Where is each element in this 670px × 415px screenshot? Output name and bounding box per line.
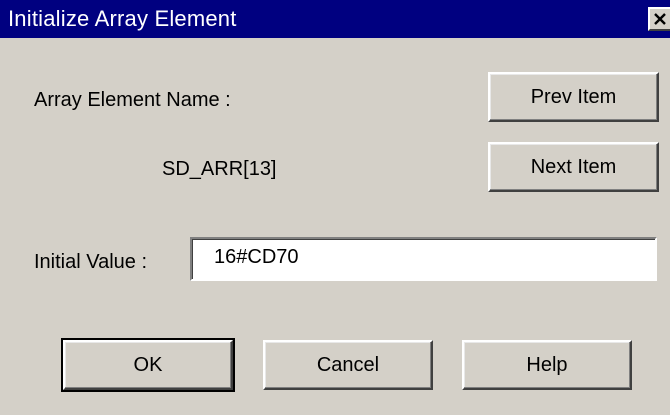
close-icon <box>654 13 666 25</box>
array-element-name-label: Array Element Name : <box>34 89 231 111</box>
prev-item-button[interactable]: Prev Item <box>488 72 659 122</box>
window-title: Initialize Array Element <box>8 6 237 31</box>
close-button[interactable] <box>648 7 670 31</box>
cancel-button[interactable]: Cancel <box>263 340 433 390</box>
dialog-window: Initialize Array Element Array Element N… <box>0 0 670 415</box>
next-item-button[interactable]: Next Item <box>488 142 659 192</box>
ok-button[interactable]: OK <box>61 338 235 392</box>
title-bar[interactable]: Initialize Array Element <box>0 0 670 38</box>
array-element-name-value: SD_ARR[13] <box>162 158 277 180</box>
initial-value-label: Initial Value : <box>34 251 148 273</box>
initial-value-input[interactable]: 16#CD70 <box>190 237 657 281</box>
help-button[interactable]: Help <box>462 340 632 390</box>
